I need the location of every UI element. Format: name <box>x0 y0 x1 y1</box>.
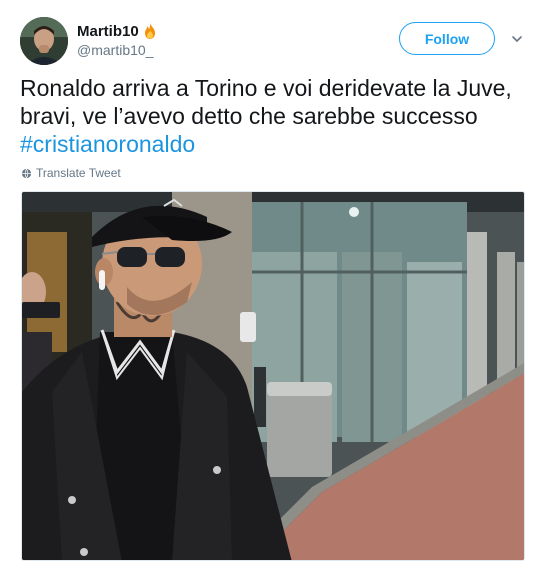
globe-icon <box>21 168 32 178</box>
tweet-body: Ronaldo arriva a Torino e voi deridevate… <box>20 75 512 129</box>
user-handle[interactable]: @martib10_ <box>77 42 153 58</box>
follow-button[interactable]: Follow <box>399 22 495 55</box>
user-name-row[interactable]: Martib10 <box>77 22 158 40</box>
translate-tweet-link[interactable]: Translate Tweet <box>21 166 121 180</box>
tweet-text: Ronaldo arriva a Torino e voi deridevate… <box>20 74 520 158</box>
photo-scene <box>22 192 524 560</box>
hashtag-link[interactable]: #cristianoronaldo <box>20 131 195 157</box>
avatar-image <box>20 17 68 65</box>
display-name[interactable]: Martib10 <box>77 23 139 40</box>
fire-icon <box>144 23 155 39</box>
avatar[interactable] <box>20 17 68 65</box>
tweet-photo[interactable] <box>21 191 525 561</box>
chevron-down-icon[interactable] <box>510 32 524 46</box>
translate-label[interactable]: Translate Tweet <box>36 166 121 180</box>
